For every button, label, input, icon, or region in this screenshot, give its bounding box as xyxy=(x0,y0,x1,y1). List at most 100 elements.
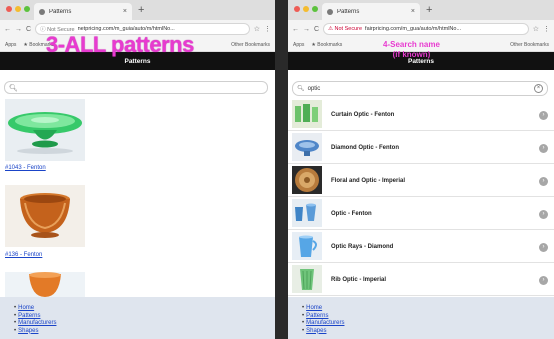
result-thumbnail xyxy=(292,133,322,161)
close-window-button[interactable] xyxy=(6,6,12,12)
result-thumbnail xyxy=(292,166,322,194)
result-label: Rib Optic - Imperial xyxy=(331,276,387,283)
chevron-right-icon[interactable]: › xyxy=(539,276,548,285)
favicon-icon xyxy=(39,8,45,15)
back-arrow-icon[interactable]: ← xyxy=(292,26,299,33)
result-thumbnail xyxy=(292,199,322,227)
site-footer: Home Patterns Manufacturers Shapes xyxy=(288,297,554,339)
annotation-label: 3-ALL patterns xyxy=(46,32,194,57)
footer-link-home[interactable]: Home xyxy=(302,305,554,313)
clear-search-icon[interactable]: × xyxy=(534,84,543,93)
address-url: fairpricing.com/m_gua/auto/m/htmlNo... xyxy=(365,26,462,32)
result-label: Optic - Fenton xyxy=(331,210,372,217)
search-icon: 🔍︎ xyxy=(297,86,305,92)
browser-tab[interactable]: Patterns × xyxy=(34,3,132,20)
footer-link-home[interactable]: Home xyxy=(14,305,275,313)
browser-window-all-patterns: Patterns × + ← → C ⓘ Not Secure netprici… xyxy=(0,0,275,339)
pattern-thumbnail[interactable] xyxy=(5,185,85,247)
bookmark-apps[interactable]: Apps xyxy=(5,42,16,48)
result-thumbnail xyxy=(292,265,322,293)
chevron-right-icon[interactable]: › xyxy=(539,144,548,153)
list-item[interactable]: Floral and Optic - Imperial › xyxy=(288,164,554,197)
list-item[interactable]: Optic - Fenton › xyxy=(288,197,554,230)
window-controls xyxy=(6,6,30,12)
chevron-right-icon[interactable]: › xyxy=(539,210,548,219)
pattern-thumbnail[interactable] xyxy=(5,272,85,297)
new-tab-button[interactable]: + xyxy=(426,3,432,17)
footer-links: Home Patterns Manufacturers Shapes xyxy=(302,305,554,335)
reload-icon[interactable]: C xyxy=(314,26,319,33)
orange-vase-image xyxy=(5,272,85,297)
tab-title: Patterns xyxy=(49,8,72,15)
chevron-right-icon[interactable]: › xyxy=(539,177,548,186)
tab-strip: Patterns × + xyxy=(288,0,554,20)
footer-link-shapes[interactable]: Shapes xyxy=(302,328,554,336)
back-arrow-icon[interactable]: ← xyxy=(4,26,11,33)
security-warning-indicator[interactable]: ⚠ Not Secure xyxy=(328,26,362,32)
window-divider xyxy=(275,0,288,339)
blue-pitcher-image xyxy=(292,232,322,260)
list-item[interactable]: Curtain Optic - Fenton › xyxy=(288,98,554,131)
forward-arrow-icon[interactable]: → xyxy=(15,26,22,33)
footer-link-patterns[interactable]: Patterns xyxy=(302,313,554,321)
forward-arrow-icon[interactable]: → xyxy=(303,26,310,33)
result-label: Curtain Optic - Fenton xyxy=(331,111,395,118)
maximize-window-button[interactable] xyxy=(312,6,318,12)
tab-title: Patterns xyxy=(337,8,360,15)
annotation-line-2: (if known) xyxy=(392,50,431,59)
footer-link-manufacturers[interactable]: Manufacturers xyxy=(14,320,275,328)
blue-glasses-image xyxy=(292,199,322,227)
minimize-window-button[interactable] xyxy=(15,6,21,12)
search-input[interactable]: 🔍︎ optic × xyxy=(292,81,548,96)
tab-close-icon[interactable]: × xyxy=(123,8,127,15)
list-item[interactable]: Diamond Optic - Fenton › xyxy=(288,131,554,164)
footer-link-patterns[interactable]: Patterns xyxy=(14,313,275,321)
search-query: optic xyxy=(307,85,321,92)
result-label: Optic Rays - Diamond xyxy=(331,243,394,250)
list-item[interactable]: Rib Optic - Imperial › xyxy=(288,263,554,296)
favicon-icon xyxy=(327,8,333,15)
amber-plate-image xyxy=(292,166,322,194)
footer-link-shapes[interactable]: Shapes xyxy=(14,328,275,336)
minimize-window-button[interactable] xyxy=(303,6,309,12)
result-label: Diamond Optic - Fenton xyxy=(331,144,399,151)
list-item[interactable]: Optic Rays - Diamond › xyxy=(288,230,554,263)
tab-strip: Patterns × + xyxy=(0,0,275,20)
bookmark-other[interactable]: Other Bookmarks xyxy=(231,42,270,48)
annotation-label: 4-Search name (if known) xyxy=(383,40,440,60)
bookmark-star-icon[interactable]: ☆ xyxy=(254,25,260,33)
pattern-link[interactable]: #136 - Fenton xyxy=(5,252,42,258)
reload-icon[interactable]: C xyxy=(26,26,31,33)
maximize-window-button[interactable] xyxy=(24,6,30,12)
result-thumbnail xyxy=(292,232,322,260)
search-icon: 🔍︎ xyxy=(9,84,18,92)
menu-kebab-icon[interactable]: ⋮ xyxy=(543,25,550,33)
address-bar[interactable]: ⚠ Not Secure fairpricing.com/m_gua/auto/… xyxy=(323,23,529,35)
browser-tab[interactable]: Patterns × xyxy=(322,3,420,20)
close-window-button[interactable] xyxy=(294,6,300,12)
green-bowl-image xyxy=(5,99,85,161)
window-controls xyxy=(294,6,318,12)
site-header-title: Patterns xyxy=(124,57,151,65)
green-tumbler-image xyxy=(292,265,322,293)
green-glasses-image xyxy=(292,100,322,128)
result-label: Floral and Optic - Imperial xyxy=(331,177,406,184)
browser-toolbar: ← → C ⚠ Not Secure fairpricing.com/m_gua… xyxy=(288,20,554,38)
bookmark-star-icon[interactable]: ☆ xyxy=(533,25,539,33)
chevron-right-icon[interactable]: › xyxy=(539,111,548,120)
tab-close-icon[interactable]: × xyxy=(411,8,415,15)
search-input[interactable]: 🔍︎ xyxy=(4,81,268,94)
bookmark-other[interactable]: Other Bookmarks xyxy=(510,42,549,48)
bookmark-apps[interactable]: Apps xyxy=(293,42,304,48)
new-tab-button[interactable]: + xyxy=(138,3,144,17)
bookmark-folder[interactable]: ★ Bookmarks xyxy=(311,42,342,48)
chevron-right-icon[interactable]: › xyxy=(539,243,548,252)
pattern-thumbnail[interactable] xyxy=(5,99,85,161)
menu-kebab-icon[interactable]: ⋮ xyxy=(264,25,271,33)
pattern-link[interactable]: #1043 - Fenton xyxy=(5,165,46,171)
annotation-line-1: 4-Search name xyxy=(383,40,440,49)
blue-dish-image xyxy=(292,133,322,161)
result-thumbnail xyxy=(292,100,322,128)
footer-link-manufacturers[interactable]: Manufacturers xyxy=(302,320,554,328)
browser-window-search: Patterns × + ← → C ⚠ Not Secure fairpric… xyxy=(288,0,554,339)
